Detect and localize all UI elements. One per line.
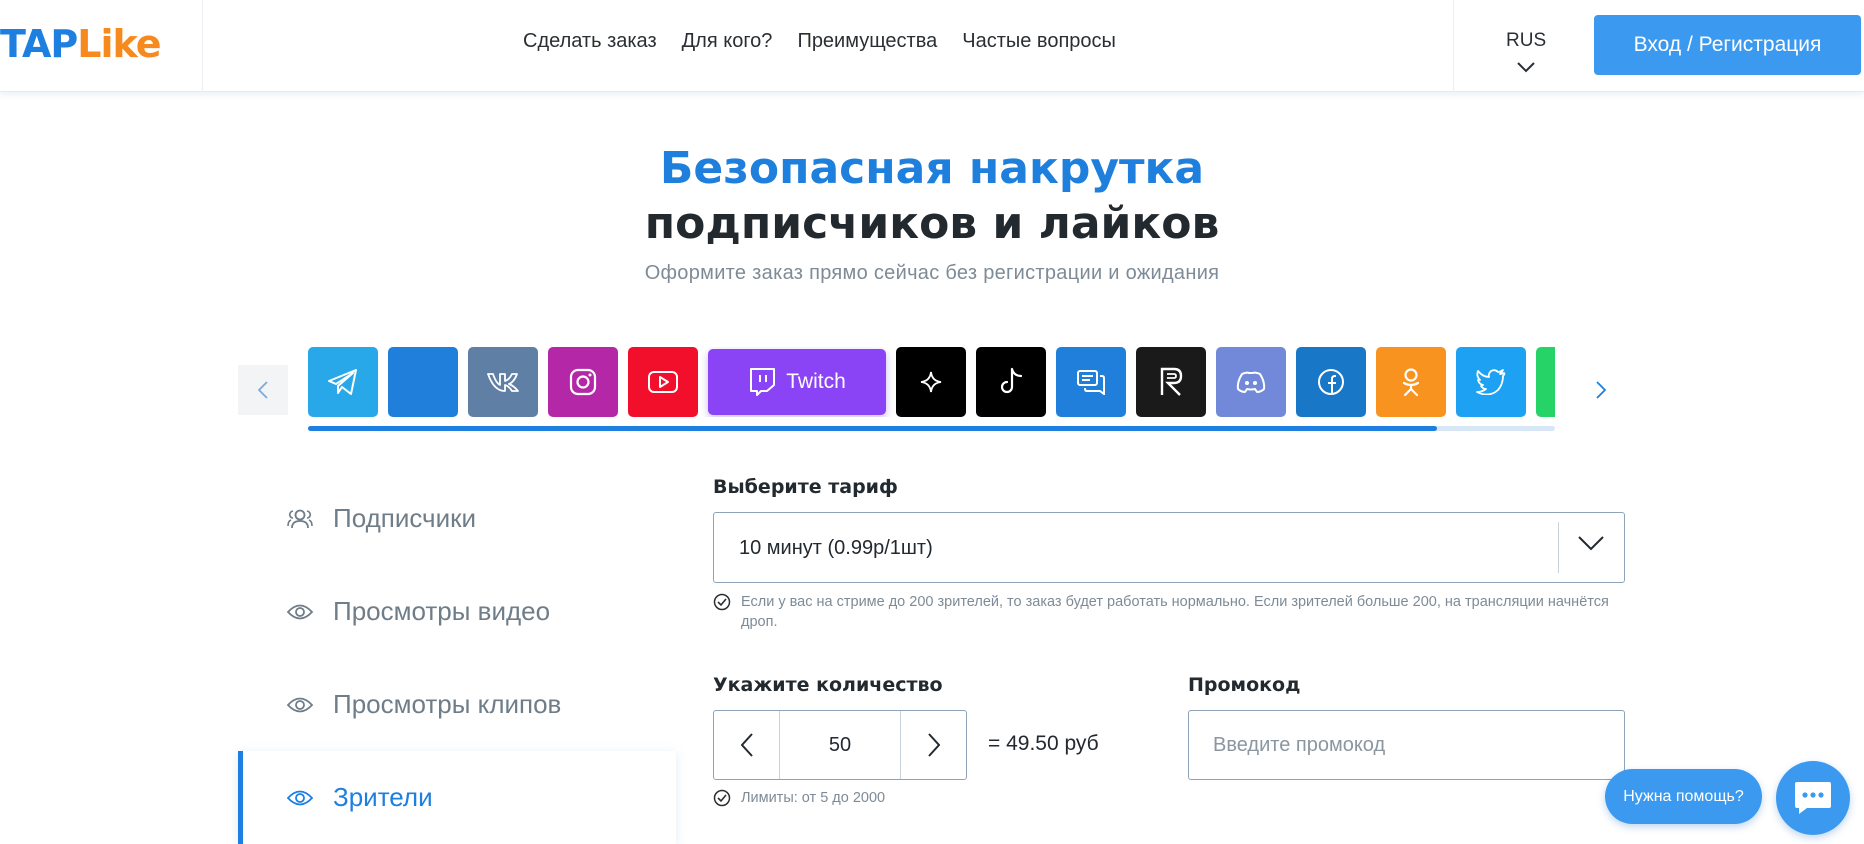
platform-discord[interactable] bbox=[1216, 347, 1286, 417]
platform-twitch[interactable]: Twitch bbox=[708, 349, 886, 415]
tariff-label: Выберите тариф bbox=[713, 476, 898, 498]
platform-vk-blue[interactable] bbox=[388, 347, 458, 417]
platform-whatsapp[interactable] bbox=[1536, 347, 1555, 417]
instagram-icon bbox=[569, 368, 597, 396]
hero-title-line2: подписчиков и лайков bbox=[644, 198, 1220, 249]
quantity-limits: Лимиты: от 5 до 2000 bbox=[713, 788, 885, 813]
platform-facebook[interactable] bbox=[1296, 347, 1366, 417]
chevron-left-icon bbox=[740, 733, 753, 757]
chevron-right-icon bbox=[927, 733, 940, 757]
nav-for-whom[interactable]: Для кого? bbox=[682, 30, 773, 53]
tariff-note-text: Если у вас на стриме до 200 зрителей, то… bbox=[741, 594, 1609, 630]
platform-tiktok[interactable] bbox=[976, 347, 1046, 417]
sparkle-icon bbox=[920, 371, 942, 393]
platform-odnoklassniki[interactable] bbox=[1376, 347, 1446, 417]
platform-vk[interactable] bbox=[468, 347, 538, 417]
language-label: RUS bbox=[1506, 30, 1547, 51]
service-viewers-label: Зрители bbox=[333, 782, 433, 812]
logo[interactable]: TAPLike bbox=[0, 22, 162, 66]
tariff-select[interactable]: 10 минут (0.99р/1шт) bbox=[713, 512, 1625, 583]
hero-subtitle: Оформите заказ прямо сейчас без регистра… bbox=[644, 262, 1220, 284]
service-video-views-label: Просмотры видео bbox=[333, 596, 551, 626]
check-circle-icon bbox=[713, 592, 731, 632]
chevron-left-icon bbox=[258, 381, 268, 399]
chevron-right-icon bbox=[1596, 381, 1606, 399]
service-clip-views[interactable]: Просмотры клипов bbox=[238, 658, 676, 751]
platform-youtube[interactable] bbox=[628, 347, 698, 417]
platform-twitch-label: Twitch bbox=[786, 370, 846, 393]
rutube-icon bbox=[1160, 367, 1183, 396]
total-price: = 49.50 руб bbox=[988, 732, 1099, 755]
odnoklassniki-icon bbox=[1402, 368, 1420, 397]
chevron-down-icon bbox=[1517, 62, 1535, 73]
tiktok-icon bbox=[1000, 367, 1023, 394]
language-selector[interactable]: RUS bbox=[1506, 30, 1546, 73]
service-subscribers[interactable]: Подписчики bbox=[238, 472, 676, 565]
quantity-input[interactable] bbox=[780, 711, 900, 779]
carousel-scrollbar-thumb[interactable] bbox=[308, 426, 1437, 431]
service-menu: Подписчики Просмотры видео Просмотры кли… bbox=[238, 472, 676, 844]
platform-twitter[interactable] bbox=[1456, 347, 1526, 417]
platform-carousel: Twitch bbox=[308, 347, 1555, 417]
service-subscribers-label: Подписчики bbox=[333, 503, 477, 533]
users-icon bbox=[287, 506, 313, 532]
check-circle-icon bbox=[713, 788, 731, 813]
chat-icon bbox=[1795, 782, 1831, 814]
youtube-icon bbox=[648, 371, 678, 393]
chevron-down-icon bbox=[1578, 536, 1604, 551]
platform-instagram[interactable] bbox=[548, 347, 618, 417]
service-clip-views-label: Просмотры клипов bbox=[333, 689, 562, 719]
platform-sparkle[interactable] bbox=[896, 347, 966, 417]
logo-tap: TAP bbox=[0, 22, 78, 66]
platform-rutube[interactable] bbox=[1136, 347, 1206, 417]
vk-icon bbox=[487, 373, 519, 392]
main-nav: Сделать заказ Для кого? Преимущества Час… bbox=[523, 30, 1116, 53]
twitch-icon bbox=[750, 368, 776, 396]
quantity-stepper bbox=[713, 710, 967, 780]
telegram-icon bbox=[328, 369, 357, 395]
promo-label: Промокод bbox=[1188, 674, 1301, 696]
nav-faq[interactable]: Частые вопросы bbox=[962, 30, 1116, 53]
increment-button[interactable] bbox=[900, 711, 966, 779]
platform-telegram[interactable] bbox=[308, 347, 378, 417]
nav-order[interactable]: Сделать заказ bbox=[523, 30, 657, 53]
quantity-label: Укажите количество bbox=[713, 674, 943, 696]
discord-icon bbox=[1236, 371, 1266, 393]
header-divider bbox=[202, 0, 203, 92]
carousel-scrollbar[interactable] bbox=[308, 426, 1555, 431]
header: TAPLike Сделать заказ Для кого? Преимуще… bbox=[0, 0, 1864, 92]
service-viewers[interactable]: Зрители bbox=[238, 751, 676, 844]
quantity-limits-text: Лимиты: от 5 до 2000 bbox=[741, 790, 886, 806]
platform-messages[interactable] bbox=[1056, 347, 1126, 417]
eye-icon bbox=[287, 599, 313, 625]
help-button[interactable]: Нужна помощь? bbox=[1605, 769, 1762, 824]
facebook-icon bbox=[1318, 369, 1344, 395]
carousel-next-button[interactable] bbox=[1576, 365, 1626, 415]
select-divider bbox=[1558, 522, 1559, 573]
promo-input[interactable] bbox=[1188, 710, 1625, 780]
twitter-icon bbox=[1476, 369, 1506, 395]
eye-icon bbox=[287, 785, 313, 811]
carousel-prev-button[interactable] bbox=[238, 365, 288, 415]
hero-title-line1: Безопасная накрутка bbox=[659, 143, 1205, 194]
chat-bubbles-icon bbox=[1077, 370, 1105, 395]
service-video-views[interactable]: Просмотры видео bbox=[238, 565, 676, 658]
chat-button[interactable] bbox=[1776, 761, 1850, 835]
nav-advantages[interactable]: Преимущества bbox=[797, 30, 937, 53]
header-divider bbox=[1453, 0, 1454, 92]
decrement-button[interactable] bbox=[714, 711, 780, 779]
login-register-button[interactable]: Вход / Регистрация bbox=[1594, 15, 1861, 75]
tariff-select-value: 10 минут (0.99р/1шт) bbox=[739, 537, 933, 559]
logo-like: Like bbox=[77, 22, 161, 66]
tariff-note: Если у вас на стриме до 200 зрителей, то… bbox=[713, 592, 1613, 632]
eye-icon bbox=[287, 692, 313, 718]
